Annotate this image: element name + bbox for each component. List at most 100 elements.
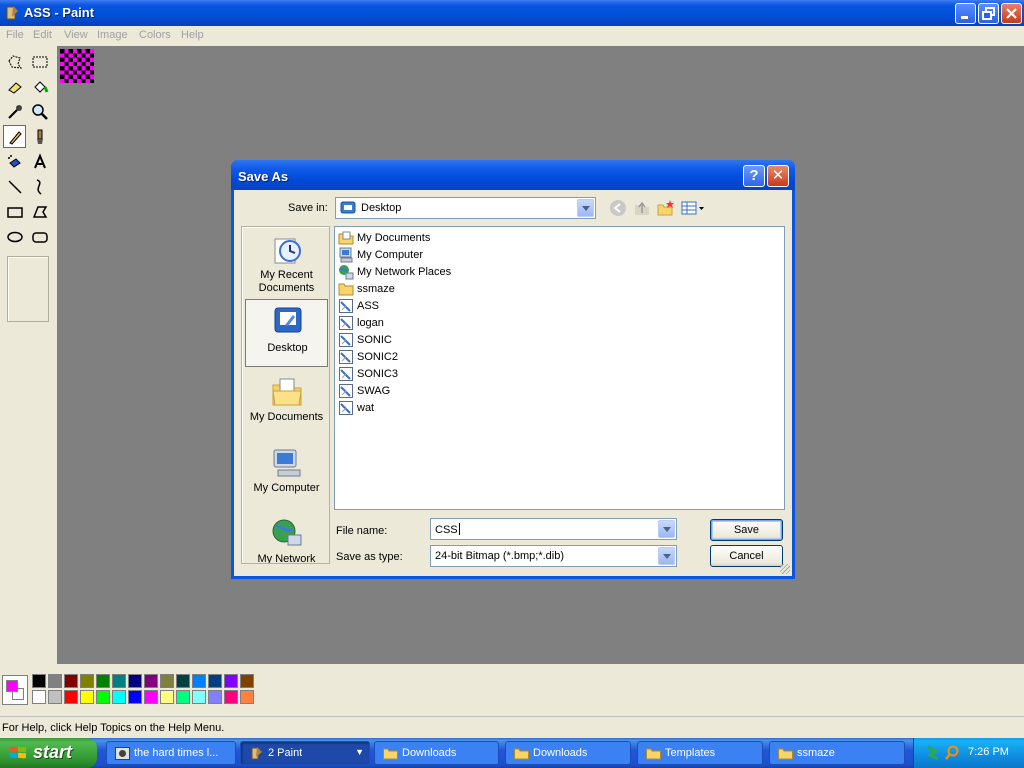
menu-edit[interactable]: Edit [33,29,52,41]
color-swatch[interactable] [80,674,94,688]
task-paint[interactable]: 2 Paint ▼ [240,741,370,765]
free-form-select-tool[interactable] [3,50,26,73]
file-list-item[interactable]: ASS [338,298,538,314]
fill-tool[interactable] [28,75,51,98]
tool-options-box[interactable] [7,256,49,322]
task-label: Downloads [533,747,588,759]
place-my-network[interactable]: My Network [245,513,328,563]
dialog-help-button[interactable]: ? [743,165,765,187]
magnifier-tool[interactable] [28,100,51,123]
task-ssmaze[interactable]: ssmaze [769,741,905,765]
color-swatch[interactable] [160,674,174,688]
file-list-item[interactable]: SONIC2 [338,349,538,365]
text-tool[interactable] [28,150,51,173]
current-colors[interactable] [2,675,28,705]
place-recent-documents[interactable]: My Recent Documents [245,229,328,297]
file-list-item[interactable]: SONIC3 [338,366,538,382]
dialog-title-bar[interactable]: Save As ? ✕ [231,160,795,190]
chevron-down-icon[interactable] [577,199,594,217]
color-swatch[interactable] [32,690,46,704]
file-list-item[interactable]: ssmaze [338,281,538,297]
color-swatch[interactable] [112,690,126,704]
save-button[interactable]: Save [710,519,783,541]
color-swatch[interactable] [176,674,190,688]
task-browser[interactable]: the hard times l... [106,741,236,765]
color-swatch[interactable] [176,690,190,704]
color-swatch[interactable] [144,674,158,688]
file-name-input[interactable]: CSS [430,518,677,540]
file-list-item[interactable]: My Network Places [338,264,538,280]
menu-colors[interactable]: Colors [139,29,171,41]
menu-image[interactable]: Image [97,29,128,41]
task-templates[interactable]: Templates [637,741,763,765]
file-list-item[interactable]: wat [338,400,538,416]
color-swatch[interactable] [160,690,174,704]
chevron-down-icon[interactable] [658,520,675,538]
save-in-dropdown[interactable]: Desktop [335,197,596,219]
color-swatch[interactable] [96,674,110,688]
color-swatch[interactable] [192,690,206,704]
color-swatch[interactable] [144,690,158,704]
restore-button[interactable] [978,3,999,24]
brush-tool[interactable] [28,125,51,148]
pick-color-tool[interactable] [3,100,26,123]
color-swatch[interactable] [96,690,110,704]
network-tray-icon[interactable] [926,745,940,761]
color-swatch[interactable] [192,674,206,688]
file-list-item[interactable]: My Computer [338,247,538,263]
file-list-item[interactable]: SWAG [338,383,538,399]
cancel-button[interactable]: Cancel [710,545,783,567]
search-tray-icon[interactable] [944,745,960,761]
menu-help[interactable]: Help [181,29,204,41]
up-folder-button[interactable] [632,198,652,218]
start-button[interactable]: start [0,738,97,768]
task-downloads-2[interactable]: Downloads [505,741,631,765]
close-button[interactable] [1001,3,1022,24]
task-downloads-1[interactable]: Downloads [374,741,499,765]
view-menu-button[interactable] [680,198,706,218]
file-list[interactable]: My Documents My Computer My Network Places… [334,226,785,510]
resize-grip[interactable] [780,564,790,574]
drawing-canvas[interactable] [60,49,94,83]
file-list-item[interactable]: My Documents [338,230,538,246]
color-swatch[interactable] [64,674,78,688]
eraser-tool[interactable] [3,75,26,98]
save-as-type-dropdown[interactable]: 24-bit Bitmap (*.bmp;*.dib) [430,545,677,567]
line-tool[interactable] [3,175,26,198]
place-my-documents[interactable]: My Documents [245,371,328,439]
color-swatch[interactable] [208,674,222,688]
rectangle-tool[interactable] [3,200,26,223]
color-swatch[interactable] [240,690,254,704]
select-tool[interactable] [28,50,51,73]
polygon-tool[interactable] [28,200,51,223]
title-bar[interactable]: ASS - Paint [0,0,1024,26]
color-swatch[interactable] [64,690,78,704]
color-swatch[interactable] [112,674,126,688]
menu-view[interactable]: View [64,29,88,41]
new-folder-button[interactable] [656,198,676,218]
color-swatch[interactable] [48,674,62,688]
chevron-down-icon[interactable] [658,547,675,565]
color-swatch[interactable] [32,674,46,688]
minimize-button[interactable] [955,3,976,24]
color-swatch[interactable] [80,690,94,704]
pencil-tool[interactable] [3,125,26,148]
color-swatch[interactable] [240,674,254,688]
color-swatch[interactable] [224,690,238,704]
dialog-close-button[interactable]: ✕ [767,165,789,187]
file-list-item[interactable]: logan [338,315,538,331]
menu-file[interactable]: File [6,29,24,41]
place-desktop[interactable]: Desktop [245,299,328,367]
place-my-computer[interactable]: My Computer [245,442,328,510]
file-list-item[interactable]: SONIC [338,332,538,348]
rounded-rectangle-tool[interactable] [28,225,51,248]
color-swatch[interactable] [128,690,142,704]
color-swatch[interactable] [224,674,238,688]
color-swatch[interactable] [208,690,222,704]
color-swatch[interactable] [128,674,142,688]
airbrush-tool[interactable] [3,150,26,173]
color-swatch[interactable] [48,690,62,704]
back-button[interactable] [608,198,628,218]
ellipse-tool[interactable] [3,225,26,248]
curve-tool[interactable] [28,175,51,198]
